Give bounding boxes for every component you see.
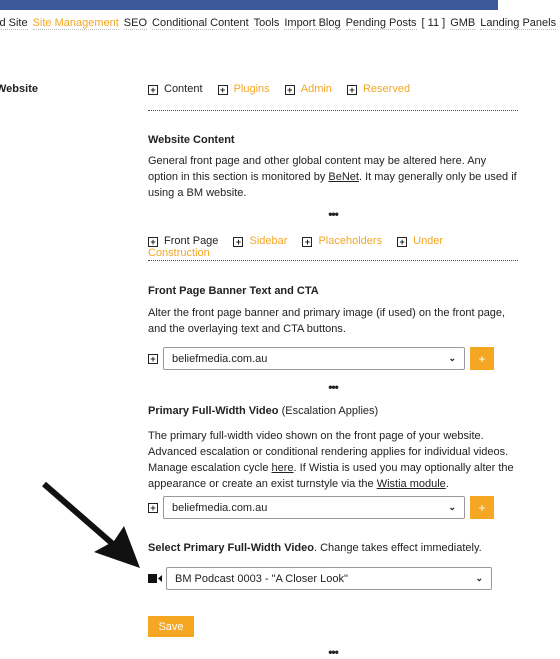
arrow-annotation-icon: [42, 481, 140, 568]
